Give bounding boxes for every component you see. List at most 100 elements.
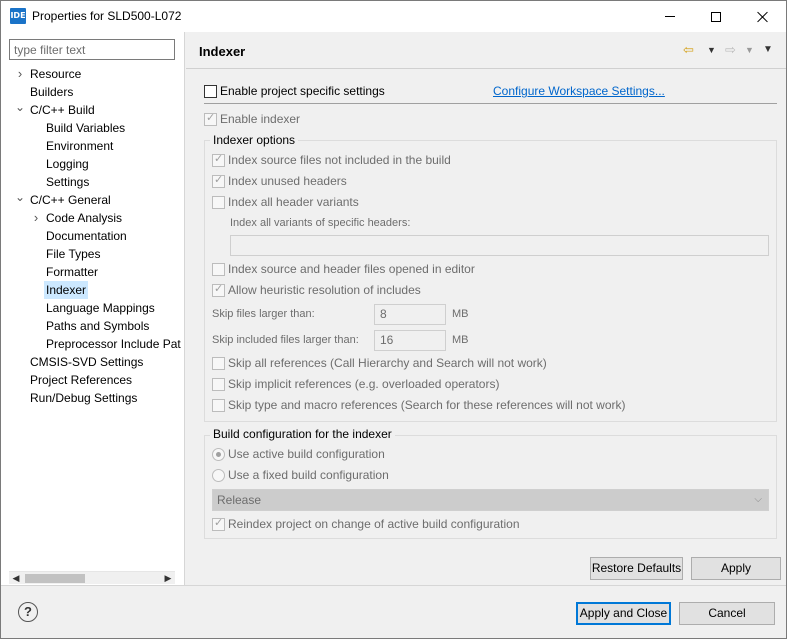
skip-all-refs-checkbox[interactable] (212, 357, 225, 370)
separator (204, 103, 777, 104)
tree-item[interactable]: Project References (1, 371, 185, 389)
skip-files-unit: MB (452, 308, 469, 320)
scroll-left-icon[interactable]: ◀ (9, 572, 23, 585)
tree-item[interactable]: ⌄ C/C++ Build (1, 101, 185, 119)
index-source-not-in-build-checkbox[interactable] (212, 152, 225, 167)
tree-item-label: Language Mappings (46, 301, 155, 315)
back-dropdown-icon[interactable]: ▼ (707, 42, 716, 58)
tree-item-label: Settings (46, 175, 90, 189)
index-opened-in-editor-checkbox[interactable] (212, 263, 225, 276)
tree-item[interactable]: ⌄ C/C++ General (1, 191, 185, 209)
chevron-right-icon[interactable]: › (15, 65, 25, 83)
tree-item[interactable]: › Code Analysis (1, 209, 185, 227)
view-menu-icon[interactable]: ▼ (763, 42, 773, 58)
tree-item[interactable]: Run/Debug Settings (1, 389, 185, 407)
back-arrow-icon[interactable]: ⇦ (683, 42, 694, 58)
chevron-down-icon: ⌵ (754, 494, 762, 505)
minimize-button[interactable] (647, 1, 693, 32)
reindex-on-change-label: Reindex project on change of active buil… (228, 517, 520, 531)
horizontal-scrollbar[interactable]: ◀ ▶ (9, 571, 175, 584)
title-bar: IDE Properties for SLD500-L072 (1, 1, 786, 32)
variants-specific-headers-input[interactable] (230, 235, 769, 256)
index-all-header-variants-checkbox[interactable] (212, 196, 225, 209)
fixed-config-select[interactable]: Release ⌵ (212, 489, 769, 511)
enable-indexer-checkbox[interactable] (204, 111, 217, 126)
forward-arrow-icon[interactable]: ⇨ (725, 42, 736, 58)
tree-item[interactable]: Paths and Symbols (1, 317, 185, 335)
tree-item[interactable]: Settings (1, 173, 185, 191)
properties-dialog: IDE Properties for SLD500-L072 › Resource… (0, 0, 787, 639)
use-active-config-label: Use active build configuration (228, 447, 385, 461)
tree-item-label: Indexer (44, 281, 89, 299)
filter-input[interactable] (9, 39, 175, 60)
tree-item-label: Documentation (46, 229, 127, 243)
skip-files-larger-input[interactable]: 8 (374, 304, 446, 325)
skip-all-refs-label: Skip all references (Call Hierarchy and … (228, 356, 547, 370)
forward-dropdown-icon[interactable]: ▼ (745, 42, 754, 58)
tree-item-label: Environment (46, 139, 114, 153)
tree-item-label: Project References (30, 373, 133, 387)
tree-item-label: Builders (30, 85, 74, 99)
tree-item-label: CMSIS-SVD Settings (30, 355, 144, 369)
tree-item[interactable]: Documentation (1, 227, 185, 245)
configure-workspace-link[interactable]: Configure Workspace Settings... (493, 84, 665, 98)
enable-project-specific-checkbox[interactable] (204, 85, 217, 98)
apply-button[interactable]: Apply (691, 557, 781, 580)
tree-item-label: C/C++ Build (30, 103, 95, 117)
tree-item[interactable]: Indexer (1, 281, 185, 299)
scrollbar-thumb[interactable] (25, 574, 85, 583)
use-active-config-radio[interactable] (212, 448, 225, 461)
enable-indexer-label: Enable indexer (220, 112, 301, 126)
minimize-icon (665, 16, 675, 17)
tree-item-label: Paths and Symbols (46, 319, 150, 333)
index-all-header-variants-label: Index all header variants (228, 195, 359, 209)
tree-item-label: Formatter (46, 265, 99, 279)
skip-included-larger-input[interactable]: 16 (374, 330, 446, 351)
skip-type-macro-refs-checkbox[interactable] (212, 399, 225, 412)
scroll-right-icon[interactable]: ▶ (161, 572, 175, 585)
apply-and-close-button[interactable]: Apply and Close (576, 602, 671, 625)
use-fixed-config-radio[interactable] (212, 469, 225, 482)
reindex-on-change-checkbox[interactable] (212, 516, 225, 531)
tree-item[interactable]: File Types (1, 245, 185, 263)
tree-item-label: Build Variables (46, 121, 126, 135)
maximize-icon (711, 11, 721, 22)
allow-heuristic-checkbox[interactable] (212, 282, 225, 297)
skip-type-macro-refs-label: Skip type and macro references (Search f… (228, 398, 626, 412)
restore-defaults-button[interactable]: Restore Defaults (590, 557, 683, 580)
index-opened-in-editor-label: Index source and header files opened in … (228, 262, 475, 276)
tree-item[interactable]: Logging (1, 155, 185, 173)
tree-item-label: Run/Debug Settings (30, 391, 138, 405)
tree-item[interactable]: Formatter (1, 263, 185, 281)
tree-item-label: File Types (46, 247, 101, 261)
chevron-right-icon[interactable]: › (31, 209, 41, 227)
tree-item[interactable]: Build Variables (1, 119, 185, 137)
index-unused-headers-checkbox[interactable] (212, 173, 225, 188)
page-title: Indexer (199, 44, 246, 59)
maximize-button[interactable] (693, 1, 739, 32)
tree-item[interactable]: Environment (1, 137, 185, 155)
allow-heuristic-label: Allow heuristic resolution of includes (228, 283, 421, 297)
tree-item[interactable]: Builders (1, 83, 185, 101)
tree-item[interactable]: › Resource (1, 65, 185, 83)
index-unused-headers-label: Index unused headers (228, 174, 347, 188)
skip-implicit-refs-checkbox[interactable] (212, 378, 225, 391)
chevron-down-icon[interactable]: ⌄ (15, 101, 25, 119)
use-fixed-config-label: Use a fixed build configuration (228, 468, 389, 482)
tree-item-label: Logging (46, 157, 89, 171)
skip-files-larger-label: Skip files larger than: (212, 308, 315, 320)
tree-item[interactable]: Preprocessor Include Pat (1, 335, 185, 353)
chevron-down-icon[interactable]: ⌄ (15, 191, 25, 209)
indexer-options-title: Indexer options (210, 133, 299, 147)
cancel-button[interactable]: Cancel (679, 602, 775, 625)
close-button[interactable] (740, 1, 786, 32)
variants-specific-headers-label: Index all variants of specific headers: (230, 217, 411, 229)
tree-item-label: Code Analysis (46, 211, 123, 225)
app-icon: IDE (10, 8, 26, 24)
window-title: Properties for SLD500-L072 (32, 9, 182, 23)
tree-item[interactable]: CMSIS-SVD Settings (1, 353, 185, 371)
index-source-not-in-build-label: Index source files not included in the b… (228, 153, 451, 167)
help-icon[interactable]: ? (18, 602, 38, 622)
tree-item[interactable]: Language Mappings (1, 299, 185, 317)
close-icon (757, 11, 769, 23)
